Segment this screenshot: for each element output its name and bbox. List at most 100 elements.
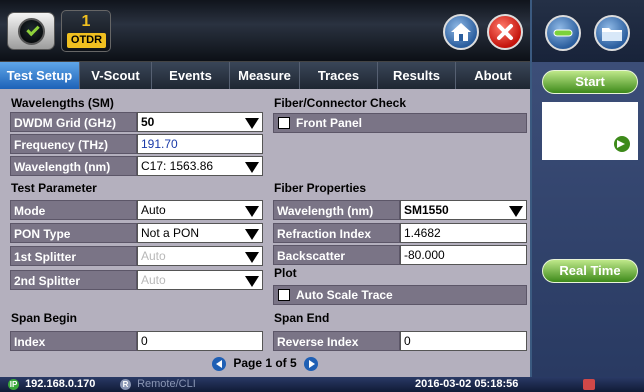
minimize-button[interactable] xyxy=(545,15,581,51)
check-icon xyxy=(18,18,45,45)
chevron-down-icon xyxy=(245,118,259,129)
tab-measure[interactable]: Measure xyxy=(230,62,300,89)
fiber-wavelength-row: Wavelength (nm) SM1550 xyxy=(273,200,527,220)
side-panel: Start Real Time xyxy=(530,62,644,377)
otdr-label: OTDR xyxy=(67,33,106,48)
autoscale-checkbox-row[interactable]: Auto Scale Trace xyxy=(273,285,527,305)
next-page-button[interactable] xyxy=(304,356,319,371)
fiber-wavelength-label: Wavelength (nm) xyxy=(273,200,400,220)
dwdm-grid-row: DWDM Grid (GHz) 50 xyxy=(10,112,263,132)
fiber-check-heading: Fiber/Connector Check xyxy=(274,96,407,110)
chevron-down-icon xyxy=(509,206,523,217)
wavelengths-heading: Wavelengths (SM) xyxy=(11,96,114,110)
tab-about[interactable]: About xyxy=(456,62,530,89)
refraction-index-label: Refraction Index xyxy=(273,223,400,243)
close-button[interactable] xyxy=(487,14,523,50)
wavelength-select[interactable]: C17: 1563.86 xyxy=(137,156,263,176)
index-row: Index 0 xyxy=(10,331,263,351)
mode-value: Auto xyxy=(141,203,166,217)
splitter2-select[interactable]: Auto xyxy=(137,270,263,290)
top-toolbar: 1 OTDR xyxy=(0,0,530,62)
front-panel-checkbox[interactable] xyxy=(278,117,290,129)
minus-icon xyxy=(553,29,573,37)
splitter1-select[interactable]: Auto xyxy=(137,246,263,266)
pon-type-row: PON Type Not a PON xyxy=(10,223,263,243)
span-begin-heading: Span Begin xyxy=(11,311,78,325)
pager: Page 1 of 5 xyxy=(0,350,530,377)
battery-icon xyxy=(583,379,595,390)
tab-events[interactable]: Events xyxy=(152,62,230,89)
wavelength-row: Wavelength (nm) C17: 1563.86 xyxy=(10,156,263,176)
otdr-module-badge[interactable]: 1 OTDR xyxy=(61,10,111,52)
frequency-row: Frequency (THz) 191.70 xyxy=(10,134,263,154)
wavelength-label: Wavelength (nm) xyxy=(10,156,137,176)
reverse-index-row: Reverse Index 0 xyxy=(273,331,527,351)
splitter2-row: 2nd Splitter Auto xyxy=(10,270,263,290)
backscatter-field[interactable]: -80.000 xyxy=(400,245,527,265)
home-button[interactable] xyxy=(443,14,479,50)
refraction-index-field[interactable]: 1.4682 xyxy=(400,223,527,243)
tab-v-scout[interactable]: V-Scout xyxy=(80,62,152,89)
refresh-icon[interactable] xyxy=(614,136,630,152)
trace-preview[interactable] xyxy=(542,102,638,160)
chevron-down-icon xyxy=(245,206,259,217)
tab-bar: Test Setup V-Scout Events Measure Traces… xyxy=(0,62,530,89)
splitter1-row: 1st Splitter Auto xyxy=(10,246,263,266)
datetime: 2016-03-02 05:18:56 xyxy=(415,378,519,390)
chevron-down-icon xyxy=(245,252,259,263)
chevron-down-icon xyxy=(245,276,259,287)
front-panel-checkbox-row[interactable]: Front Panel xyxy=(273,113,527,133)
pon-type-label: PON Type xyxy=(10,223,137,243)
previous-page-button[interactable] xyxy=(211,356,226,371)
backscatter-row: Backscatter -80.000 xyxy=(273,245,527,265)
splitter1-label: 1st Splitter xyxy=(10,246,137,266)
page-indicator: Page 1 of 5 xyxy=(233,356,297,370)
mode-select[interactable]: Auto xyxy=(137,200,263,220)
span-end-heading: Span End xyxy=(274,311,330,325)
ip-icon: IP xyxy=(8,378,19,390)
tab-results[interactable]: Results xyxy=(378,62,456,89)
remote-icon: R xyxy=(120,378,131,390)
mode-label: Mode xyxy=(10,200,137,220)
pon-type-value: Not a PON xyxy=(141,226,200,240)
test-parameter-heading: Test Parameter xyxy=(11,181,97,195)
plot-heading: Plot xyxy=(274,266,297,280)
frequency-label: Frequency (THz) xyxy=(10,134,137,154)
reverse-index-field[interactable]: 0 xyxy=(400,331,527,351)
start-button[interactable]: Start xyxy=(542,70,638,94)
front-panel-label: Front Panel xyxy=(296,116,363,130)
autoscale-label: Auto Scale Trace xyxy=(296,288,393,302)
splitter2-label: 2nd Splitter xyxy=(10,270,137,290)
mode-row: Mode Auto xyxy=(10,200,263,220)
fiber-wavelength-select[interactable]: SM1550 xyxy=(400,200,527,220)
wavelength-value: C17: 1563.86 xyxy=(141,159,214,173)
dwdm-grid-label: DWDM Grid (GHz) xyxy=(10,112,137,132)
splitter2-value: Auto xyxy=(141,273,166,287)
ip-address: 192.168.0.170 xyxy=(25,378,96,390)
frequency-field[interactable]: 191.70 xyxy=(137,134,263,154)
tab-test-setup[interactable]: Test Setup xyxy=(0,62,80,89)
open-folder-button[interactable] xyxy=(594,15,630,51)
close-icon xyxy=(497,24,513,40)
test-setup-panel: Wavelengths (SM) DWDM Grid (GHz) 50 Freq… xyxy=(0,89,530,377)
autoscale-checkbox[interactable] xyxy=(278,289,290,301)
home-icon xyxy=(451,23,471,41)
fiber-properties-heading: Fiber Properties xyxy=(274,181,367,195)
otdr-number: 1 xyxy=(81,13,91,30)
dwdm-grid-select[interactable]: 50 xyxy=(137,112,263,132)
status-bar: IP 192.168.0.170 R Remote/CLI 2016-03-02… xyxy=(0,377,644,392)
pon-type-select[interactable]: Not a PON xyxy=(137,223,263,243)
remote-status: Remote/CLI xyxy=(137,378,196,390)
app-logo-button[interactable] xyxy=(7,12,55,50)
splitter1-value: Auto xyxy=(141,249,166,263)
index-label: Index xyxy=(10,331,137,351)
backscatter-label: Backscatter xyxy=(273,245,400,265)
arrow-right-icon xyxy=(309,359,316,368)
tab-traces[interactable]: Traces xyxy=(300,62,378,89)
chevron-down-icon xyxy=(245,229,259,240)
dwdm-grid-value: 50 xyxy=(141,115,155,129)
index-field[interactable]: 0 xyxy=(137,331,263,351)
reverse-index-label: Reverse Index xyxy=(273,331,400,351)
arrow-left-icon xyxy=(215,359,222,368)
real-time-button[interactable]: Real Time xyxy=(542,259,638,283)
